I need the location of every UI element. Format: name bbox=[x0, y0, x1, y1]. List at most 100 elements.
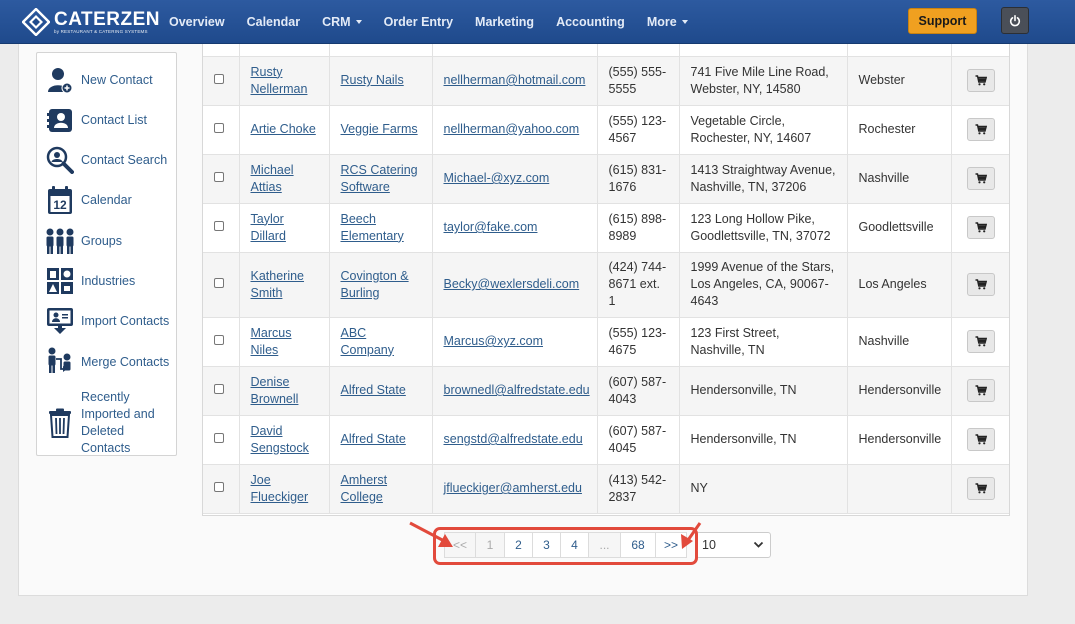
contact-name-link[interactable]: Taylor Dillard bbox=[251, 212, 286, 243]
company-link[interactable]: Beech Elementary bbox=[341, 212, 404, 243]
email-link[interactable]: brownedl@alfredstate.edu bbox=[444, 383, 590, 397]
pagination-page-4[interactable]: 4 bbox=[560, 532, 589, 558]
row-checkbox[interactable] bbox=[214, 335, 224, 345]
new-order-button[interactable] bbox=[967, 118, 996, 141]
phone-cell: (607) 587-4045 bbox=[597, 415, 680, 465]
company-link[interactable]: ABC Company bbox=[341, 326, 395, 357]
table-row[interactable]: David Sengstock Alfred State sengstd@alfre… bbox=[203, 415, 1009, 465]
sidebar-item-import-contacts[interactable]: Import Contacts bbox=[45, 306, 175, 336]
contact-name-link[interactable]: Marcus Niles bbox=[251, 326, 292, 357]
new-order-button[interactable] bbox=[967, 167, 996, 190]
row-checkbox[interactable] bbox=[214, 482, 224, 492]
new-order-button[interactable] bbox=[967, 379, 996, 402]
email-link[interactable]: Becky@wexlersdeli.com bbox=[444, 277, 580, 291]
contact-name-link[interactable]: David Sengstock bbox=[251, 424, 309, 455]
sidebar-item-recently-imported-deleted[interactable]: Recently Imported and Deleted Contacts bbox=[45, 389, 175, 457]
support-button[interactable]: Support bbox=[908, 8, 977, 34]
order-cell bbox=[951, 105, 1009, 155]
pagination-page-last[interactable]: 68 bbox=[620, 532, 656, 558]
contact-name-link[interactable]: Denise Brownell bbox=[251, 375, 299, 406]
new-order-button[interactable] bbox=[967, 216, 996, 239]
company-link[interactable]: Covington & Burling bbox=[341, 269, 409, 300]
table-row[interactable]: Joe Flueckiger Amherst College jflueckiger… bbox=[203, 464, 1009, 514]
email-link[interactable]: Marcus@xyz.com bbox=[444, 334, 544, 348]
contact-name-link[interactable]: Rusty Nellerman bbox=[251, 65, 308, 96]
contact-name-cell: Joe Flueckiger bbox=[239, 464, 330, 514]
new-order-button[interactable] bbox=[967, 273, 996, 296]
new-order-button[interactable] bbox=[967, 428, 996, 451]
email-link[interactable]: nellherman@hotmail.com bbox=[444, 73, 586, 87]
company-link[interactable]: Alfred State bbox=[341, 383, 406, 397]
pagination-last-button[interactable]: >> bbox=[655, 532, 687, 558]
contacts-sidebar: New Contact Contact List Contact Search bbox=[36, 52, 177, 456]
table-row[interactable]: Katherine Smith Covington & Burling Becky@… bbox=[203, 252, 1009, 318]
nav-item-overview[interactable]: Overview bbox=[158, 15, 236, 29]
new-order-button[interactable] bbox=[967, 477, 996, 500]
email-link[interactable]: taylor@fake.com bbox=[444, 220, 538, 234]
contacts-table-container[interactable]: Rusty Nellerman Rusty Nails nellherman@hot… bbox=[202, 44, 1010, 516]
sidebar-item-calendar[interactable]: 12 Calendar bbox=[45, 185, 175, 215]
address-cell: 741 Five Mile Line Road, Webster, NY, 14… bbox=[679, 56, 848, 106]
row-checkbox[interactable] bbox=[214, 74, 224, 84]
company-link[interactable]: Rusty Nails bbox=[341, 73, 404, 87]
nav-item-marketing[interactable]: Marketing bbox=[464, 15, 545, 29]
company-link[interactable]: RCS Catering Software bbox=[341, 163, 418, 194]
email-link[interactable]: nellherman@yahoo.com bbox=[444, 122, 580, 136]
email-link[interactable]: Michael-@xyz.com bbox=[444, 171, 550, 185]
sidebar-item-groups[interactable]: Groups bbox=[45, 226, 175, 256]
table-row[interactable]: Michael Attias RCS Catering Software Micha… bbox=[203, 154, 1009, 204]
nav-item-calendar[interactable]: Calendar bbox=[236, 15, 312, 29]
row-select-cell bbox=[203, 154, 240, 204]
row-checkbox[interactable] bbox=[214, 123, 224, 133]
nav-item-more[interactable]: More bbox=[636, 15, 699, 29]
phone-cell: (555) 123-4675 bbox=[597, 317, 680, 367]
table-row[interactable]: Marcus Niles ABC Company Marcus@xyz.com (55… bbox=[203, 317, 1009, 367]
sidebar-item-merge-contacts[interactable]: Merge Contacts bbox=[45, 347, 175, 377]
nav-item-accounting[interactable]: Accounting bbox=[545, 15, 636, 29]
nav-item-order-entry[interactable]: Order Entry bbox=[373, 15, 464, 29]
sidebar-item-contact-search[interactable]: Contact Search bbox=[45, 145, 175, 175]
contact-name-link[interactable]: Katherine Smith bbox=[251, 269, 305, 300]
table-row[interactable]: Denise Brownell Alfred State brownedl@alfr… bbox=[203, 366, 1009, 416]
sidebar-item-contact-list[interactable]: Contact List bbox=[45, 105, 175, 135]
contact-name-link[interactable]: Artie Choke bbox=[251, 122, 316, 136]
email-link[interactable]: jflueckiger@amherst.edu bbox=[444, 481, 582, 495]
main-nav: Overview Calendar CRM Order Entry Marketing A… bbox=[158, 0, 699, 44]
sidebar-item-industries[interactable]: Industries bbox=[45, 266, 175, 296]
contact-name-cell: Katherine Smith bbox=[239, 252, 330, 318]
email-link[interactable]: sengstd@alfredstate.edu bbox=[444, 432, 583, 446]
table-row[interactable]: Artie Choke Veggie Farms nellherman@yahoo.… bbox=[203, 105, 1009, 155]
pagination-page-1[interactable]: 1 bbox=[475, 532, 505, 558]
trash-icon bbox=[45, 408, 75, 438]
sidebar-item-new-contact[interactable]: New Contact bbox=[45, 65, 175, 95]
contact-name-link[interactable]: Joe Flueckiger bbox=[251, 473, 309, 504]
sidebar-item-label: Contact List bbox=[81, 112, 148, 127]
company-cell: Alfred State bbox=[329, 415, 433, 465]
contact-name-cell: Artie Choke bbox=[239, 105, 330, 155]
row-checkbox[interactable] bbox=[214, 433, 224, 443]
pagination-first-button[interactable]: << bbox=[444, 532, 476, 558]
new-order-button[interactable] bbox=[967, 330, 996, 353]
pagination-page-2[interactable]: 2 bbox=[504, 532, 533, 558]
page-size-select[interactable]: 10 bbox=[696, 532, 771, 558]
row-checkbox[interactable] bbox=[214, 172, 224, 182]
company-link[interactable]: Amherst College bbox=[341, 473, 388, 504]
table-row[interactable]: Rusty Nellerman Rusty Nails nellherman@hot… bbox=[203, 56, 1009, 106]
company-cell: Beech Elementary bbox=[329, 203, 433, 253]
company-link[interactable]: Alfred State bbox=[341, 432, 406, 446]
table-row[interactable]: Taylor Dillard Beech Elementary taylor@fak… bbox=[203, 203, 1009, 253]
row-checkbox[interactable] bbox=[214, 221, 224, 231]
pagination-page-3[interactable]: 3 bbox=[532, 532, 561, 558]
nav-item-label: Calendar bbox=[246, 15, 301, 29]
row-checkbox[interactable] bbox=[214, 384, 224, 394]
address-cell: 1413 Straightway Avenue, Nashville, TN, … bbox=[679, 154, 848, 204]
company-link[interactable]: Veggie Farms bbox=[341, 122, 418, 136]
new-order-button[interactable] bbox=[967, 69, 996, 92]
row-checkbox[interactable] bbox=[214, 278, 224, 288]
contact-name-link[interactable]: Michael Attias bbox=[251, 163, 294, 194]
logout-button[interactable] bbox=[1001, 7, 1029, 34]
caterzen-logo[interactable]: CATERZEN by RESTAURANT & CATERING SYSTEM… bbox=[22, 8, 160, 36]
contact-name-cell: Rusty Nellerman bbox=[239, 56, 330, 106]
nav-item-crm[interactable]: CRM bbox=[311, 15, 372, 29]
sidebar-item-label: Recently Imported and Deleted Contacts bbox=[81, 390, 155, 455]
